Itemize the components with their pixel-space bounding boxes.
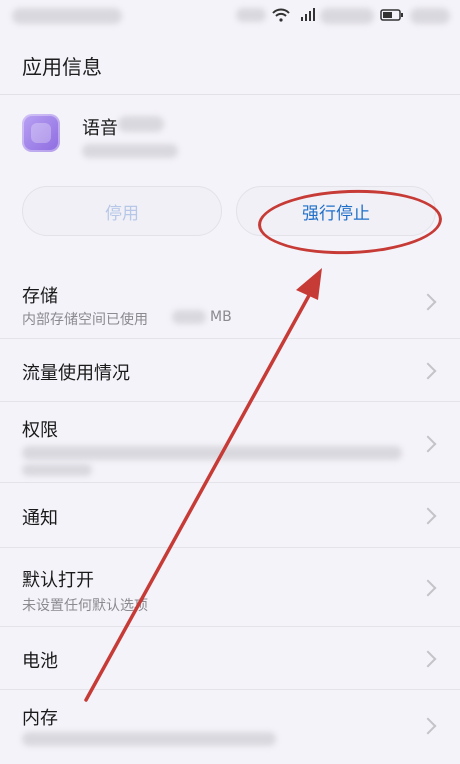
annotation-arrow	[84, 268, 322, 702]
